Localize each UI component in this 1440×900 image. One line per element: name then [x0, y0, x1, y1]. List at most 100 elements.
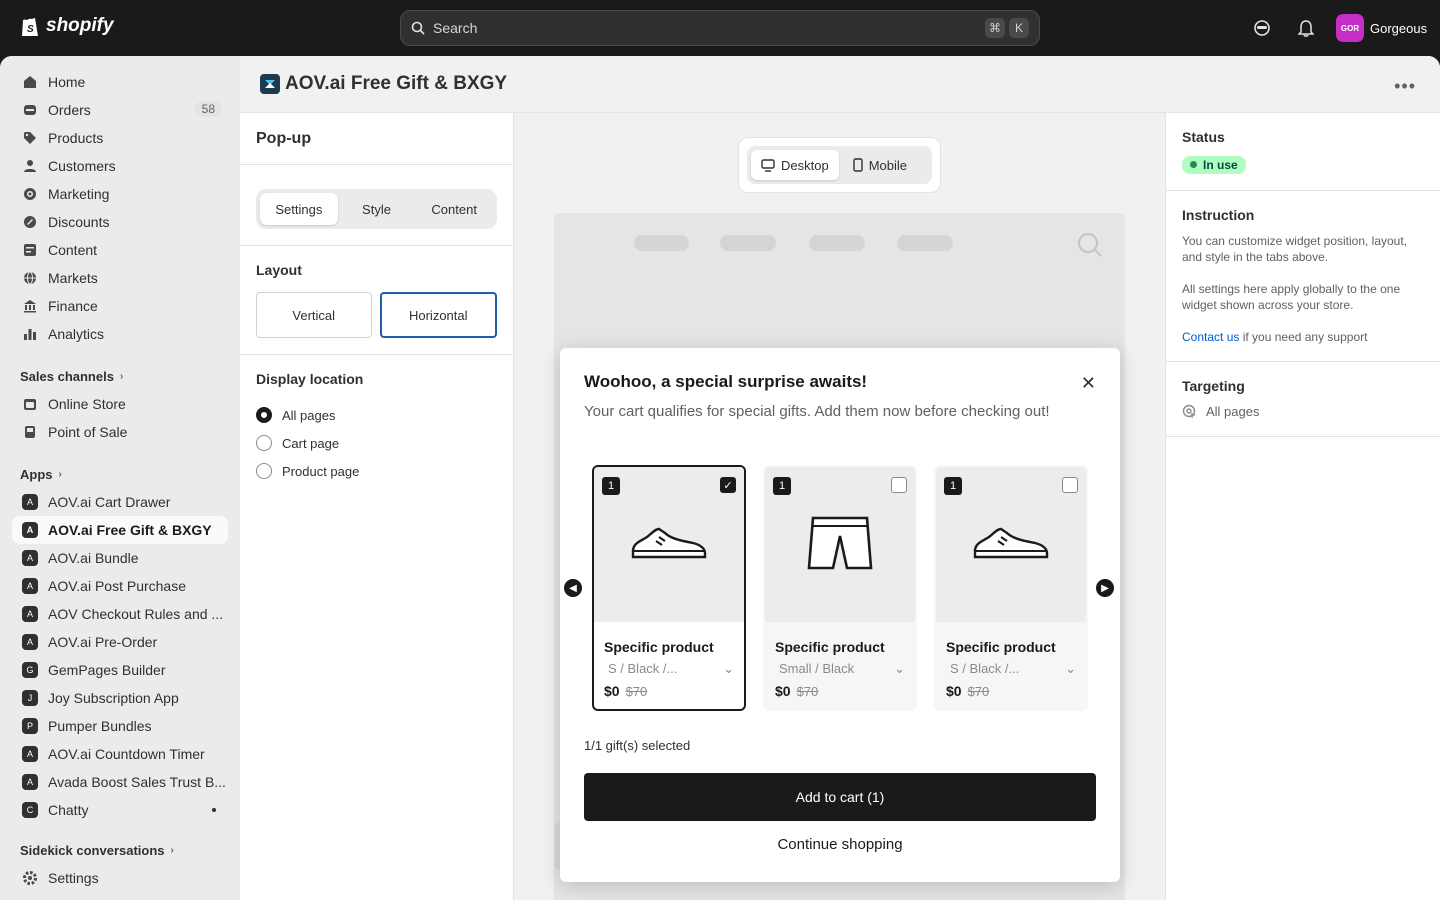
- continue-shopping-link[interactable]: Continue shopping: [584, 836, 1096, 853]
- select-checkbox[interactable]: ✓: [720, 477, 736, 493]
- cmd-key: ⌘: [985, 18, 1005, 38]
- sidebar-item-aov-ai-pre-order[interactable]: A AOV.ai Pre-Order: [12, 628, 228, 656]
- product-price: $0 $70: [604, 683, 648, 699]
- tab-settings[interactable]: Settings: [260, 193, 338, 225]
- gift-product-card[interactable]: 1 ✓ Specific product S / Black /... ⌄ $0 $70: [592, 465, 746, 711]
- sidebar-item-aov-ai-cart-drawer[interactable]: A AOV.ai Cart Drawer: [12, 488, 228, 516]
- sidebar-item-aov-checkout-rules-and[interactable]: A AOV Checkout Rules and ...: [12, 600, 228, 628]
- shoe-icon: [971, 521, 1051, 568]
- info-panel: Status In use Instruction You can custom…: [1165, 113, 1440, 900]
- layout-group: Layout Vertical Horizontal: [240, 246, 513, 355]
- gift-popup: Woohoo, a special surprise awaits! ✕ You…: [560, 348, 1120, 882]
- gift-product-card[interactable]: 1 Specific product Small / Black ⌄ $0 $70: [763, 465, 917, 711]
- product-name: Specific product: [604, 639, 714, 655]
- apps-header[interactable]: Apps ›: [12, 460, 228, 488]
- original-price: $70: [796, 684, 819, 699]
- original-price: $70: [625, 684, 648, 699]
- svg-text:S: S: [27, 24, 34, 35]
- sidebar-item-label: Point of Sale: [48, 424, 128, 440]
- variant-select[interactable]: Small / Black ⌄: [779, 661, 905, 677]
- tab-style[interactable]: Style: [338, 193, 416, 225]
- variant-select[interactable]: S / Black /... ⌄: [950, 661, 1076, 677]
- sidebar-item-label: Chatty: [48, 802, 89, 818]
- content-icon: [22, 242, 38, 258]
- variant-select[interactable]: S / Black /... ⌄: [608, 661, 734, 677]
- carousel-prev-icon[interactable]: ◀: [564, 579, 582, 597]
- sidebar-item-label: AOV.ai Free Gift & BXGY: [48, 522, 212, 538]
- sidebar-item-finance[interactable]: Finance: [12, 292, 228, 320]
- layout-label: Layout: [256, 262, 302, 278]
- display-location-group: Display location All pages Cart page Pro…: [240, 355, 513, 501]
- gift-selection-count: 1/1 gift(s) selected: [584, 738, 691, 753]
- sidebar-item-customers[interactable]: Customers: [12, 152, 228, 180]
- gift-product-card[interactable]: 1 Specific product S / Black /... ⌄ $0 $70: [934, 465, 1088, 711]
- popup-subtitle: Your cart qualifies for special gifts. A…: [584, 403, 1050, 420]
- bank-icon: [22, 298, 38, 314]
- sidebar-item-orders[interactable]: Orders 58: [12, 96, 228, 124]
- select-checkbox[interactable]: [891, 477, 907, 493]
- contact-us-link[interactable]: Contact us: [1182, 330, 1239, 344]
- sidebar-item-gempages-builder[interactable]: G GemPages Builder: [12, 656, 228, 684]
- sidebar-item-discounts[interactable]: Discounts: [12, 208, 228, 236]
- app-logo-icon: A: [22, 746, 38, 762]
- sidebar-item-products[interactable]: Products: [12, 124, 228, 152]
- store-menu[interactable]: GOR Gorgeous: [1336, 14, 1427, 42]
- sidebar-item-label: Finance: [48, 298, 98, 314]
- sidebar-item-label: AOV.ai Cart Drawer: [48, 494, 171, 510]
- store-avatar: GOR: [1336, 14, 1364, 42]
- sidebar-item-avada-boost-sales-trust-b[interactable]: A Avada Boost Sales Trust B...: [12, 768, 228, 796]
- sidebar-item-aov-ai-free-gift-bxgy[interactable]: A AOV.ai Free Gift & BXGY: [12, 516, 228, 544]
- sidebar-item-markets[interactable]: Markets: [12, 264, 228, 292]
- sidebar-item-analytics[interactable]: Analytics: [12, 320, 228, 348]
- tag-icon: [22, 130, 38, 146]
- sidebar-item-settings[interactable]: Settings: [12, 864, 228, 892]
- bell-icon[interactable]: [1296, 18, 1316, 38]
- sidebar-item-label: Orders: [48, 102, 91, 118]
- layout-horizontal-option[interactable]: Horizontal: [379, 292, 497, 338]
- sidebar-item-content[interactable]: Content: [12, 236, 228, 264]
- sidebar-item-point-of-sale[interactable]: Point of Sale: [12, 418, 228, 446]
- mobile-icon: [853, 158, 863, 172]
- radio-product-page[interactable]: Product page: [256, 457, 497, 485]
- sidebar-item-label: Discounts: [48, 214, 110, 230]
- layout-vertical-option[interactable]: Vertical: [256, 292, 372, 338]
- page-title: AOV.ai Free Gift & BXGY: [285, 73, 508, 94]
- panel-title: Pop-up: [240, 113, 513, 165]
- sidebar-item-home[interactable]: Home: [12, 68, 228, 96]
- sidebar-item-label: Analytics: [48, 326, 105, 342]
- globe-icon: [22, 270, 38, 286]
- sidebar-item-pumper-bundles[interactable]: P Pumper Bundles: [12, 712, 228, 740]
- chevron-right-icon: ›: [170, 844, 174, 856]
- tab-content[interactable]: Content: [415, 193, 493, 225]
- preview-area: Desktop Mobile Woohoo, a special surpris…: [514, 113, 1165, 900]
- sidebar-item-online-store[interactable]: Online Store: [12, 390, 228, 418]
- k-key: K: [1009, 18, 1029, 38]
- sidebar-item-label: Markets: [48, 270, 98, 286]
- sidekick-icon[interactable]: [1252, 18, 1272, 38]
- close-icon[interactable]: ✕: [1081, 374, 1096, 392]
- sidebar-item-aov-ai-post-purchase[interactable]: A AOV.ai Post Purchase: [12, 572, 228, 600]
- search-bar[interactable]: Search ⌘ K: [400, 10, 1040, 46]
- chevron-right-icon: ›: [58, 468, 62, 480]
- support-text: Contact us if you need any support: [1182, 329, 1368, 344]
- mobile-toggle[interactable]: Mobile: [843, 150, 917, 180]
- sidebar-item-aov-ai-bundle[interactable]: A AOV.ai Bundle: [12, 544, 228, 572]
- desktop-toggle[interactable]: Desktop: [751, 150, 839, 180]
- sidebar-item-label: Online Store: [48, 396, 126, 412]
- carousel-next-icon[interactable]: ▶: [1096, 579, 1114, 597]
- product-price: $0 $70: [946, 683, 990, 699]
- sales-channels-header[interactable]: Sales channels ›: [12, 362, 228, 390]
- radio-all-pages[interactable]: All pages: [256, 401, 497, 429]
- sidebar-item-chatty[interactable]: C Chatty: [12, 796, 228, 824]
- sidebar-item-marketing[interactable]: Marketing: [12, 180, 228, 208]
- home-icon: [22, 74, 38, 90]
- add-to-cart-button[interactable]: Add to cart (1): [584, 773, 1096, 821]
- sidebar-item-aov-ai-countdown-timer[interactable]: A AOV.ai Countdown Timer: [12, 740, 228, 768]
- radio-cart-page[interactable]: Cart page: [256, 429, 497, 457]
- instruction-text-2: All settings here apply globally to the …: [1182, 281, 1401, 312]
- select-checkbox[interactable]: [1062, 477, 1078, 493]
- shopify-logo[interactable]: S shopify: [20, 14, 114, 38]
- sidebar-item-joy-subscription-app[interactable]: J Joy Subscription App: [12, 684, 228, 712]
- sidekick-header[interactable]: Sidekick conversations ›: [12, 836, 228, 864]
- more-actions-icon[interactable]: •••: [1394, 76, 1416, 97]
